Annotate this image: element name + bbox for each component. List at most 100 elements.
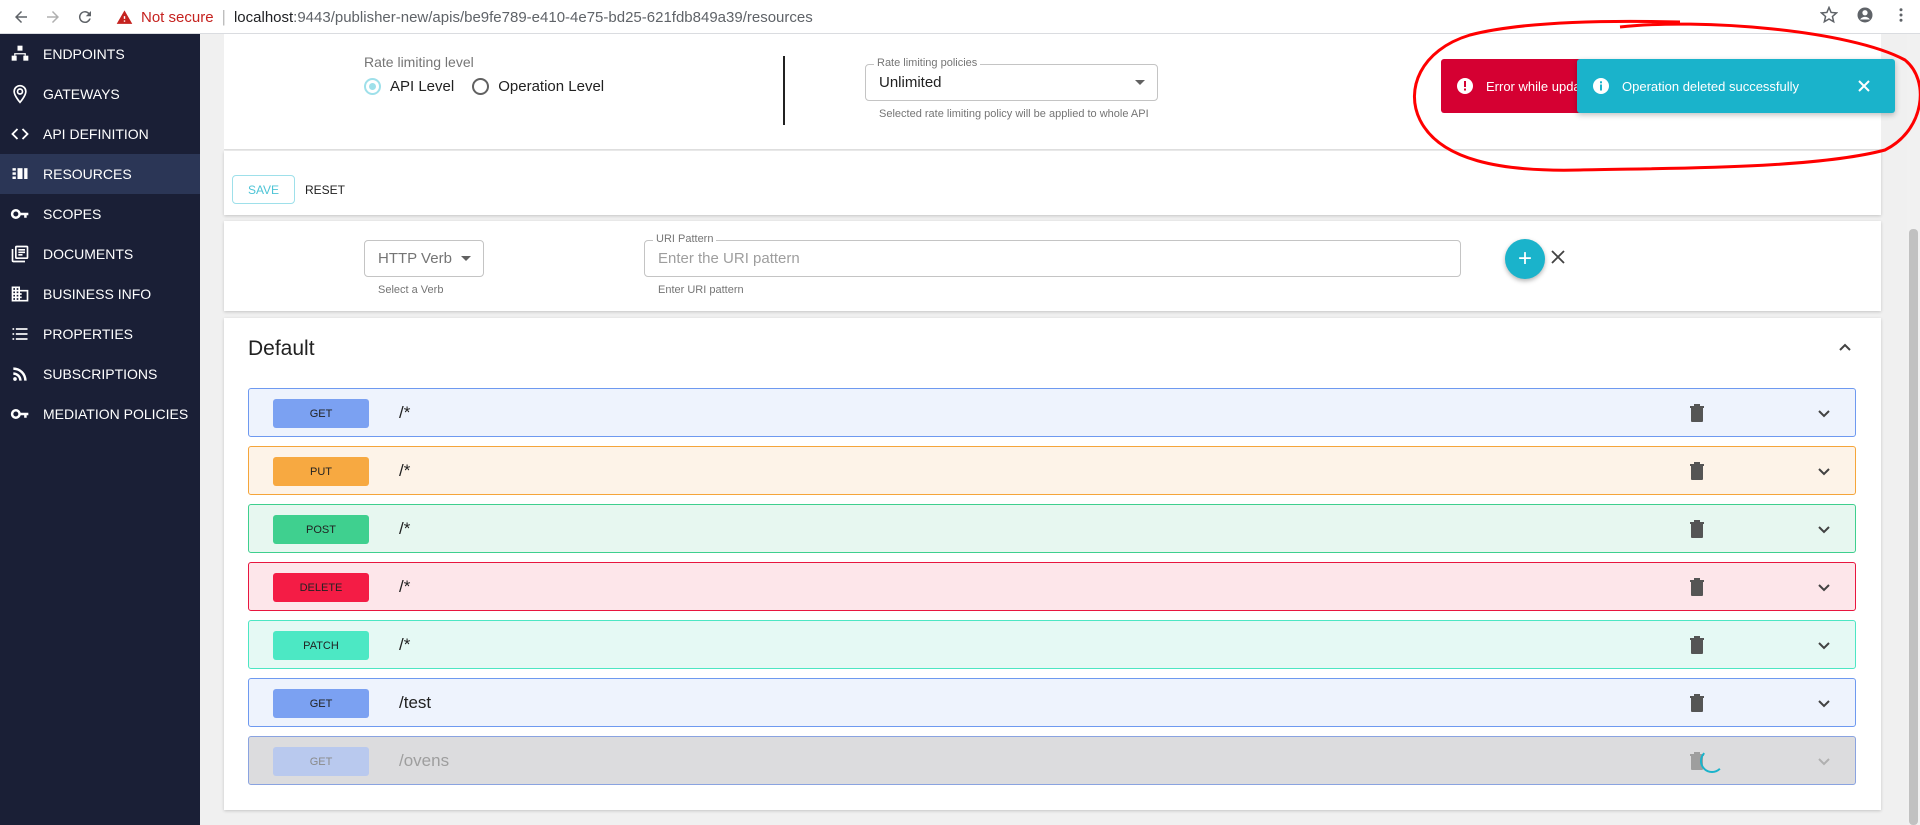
operation-path: /*: [399, 402, 411, 422]
list-icon: [9, 323, 31, 345]
operation-path: /*: [399, 634, 411, 654]
rate-limiting-helper: Selected rate limiting policy will be ap…: [879, 108, 1149, 120]
group-title: Default: [248, 337, 315, 360]
chevron-down-icon[interactable]: [1814, 693, 1834, 713]
operation-row[interactable]: GET/ovens: [248, 736, 1856, 785]
delete-icon[interactable]: [1688, 403, 1706, 423]
operation-row[interactable]: PATCH /*: [248, 620, 1856, 669]
info-toast: Operation deleted successfully: [1577, 59, 1895, 113]
chevron-down-icon[interactable]: [1814, 403, 1834, 423]
chevron-down-icon[interactable]: [1814, 751, 1834, 771]
sidebar-item-label: MEDIATION POLICIES: [43, 406, 189, 422]
operation-level-label: Operation Level: [498, 78, 605, 95]
rate-limiting-policy-value: Unlimited: [879, 74, 942, 91]
info-toast-message: Operation deleted successfully: [1622, 78, 1800, 94]
sidebar-item-label: SUBSCRIPTIONS: [43, 366, 158, 382]
warning-icon: [116, 9, 133, 26]
chevron-down-icon[interactable]: [1814, 577, 1834, 597]
close-icon[interactable]: [1548, 247, 1568, 267]
url-separator: |: [221, 7, 226, 26]
sidebar-item-endpoints[interactable]: ENDPOINTS: [0, 34, 200, 74]
http-verb-badge: GET: [273, 747, 369, 776]
sidebar-item-documents[interactable]: DOCUMENTS: [0, 234, 200, 274]
sidebar-item-properties[interactable]: PROPERTIES: [0, 314, 200, 354]
address-bar[interactable]: Not secure | localhost:9443/publisher-ne…: [116, 0, 813, 34]
key-icon: [9, 203, 31, 225]
sidebar-item-label: API DEFINITION: [43, 126, 149, 142]
sidebar-item-mediation-policies[interactable]: MEDIATION POLICIES: [0, 394, 200, 434]
sidebar-item-api-definition[interactable]: API DEFINITION: [0, 114, 200, 154]
key-icon: [9, 403, 31, 425]
operation-row[interactable]: GET /*: [248, 388, 1856, 437]
http-verb-badge: POST: [273, 515, 369, 544]
http-verb-badge: DELETE: [273, 573, 369, 602]
rss-icon: [9, 363, 31, 385]
forward-icon[interactable]: [41, 5, 65, 29]
sidebar-item-subscriptions[interactable]: SUBSCRIPTIONS: [0, 354, 200, 394]
sidebar-item-label: GATEWAYS: [43, 86, 120, 102]
operation-row[interactable]: GET/test: [248, 678, 1856, 727]
chevron-down-icon[interactable]: [1814, 519, 1834, 539]
close-icon[interactable]: [1855, 77, 1873, 95]
plus-icon: +: [1517, 245, 1532, 272]
sidebar-item-label: DOCUMENTS: [43, 246, 134, 262]
documents-icon: [9, 243, 31, 265]
uri-pattern-label: URI Pattern: [653, 233, 717, 245]
operation-path: /*: [399, 460, 411, 480]
delete-icon[interactable]: [1688, 577, 1706, 597]
http-verb-select[interactable]: HTTP Verb: [364, 240, 484, 277]
browser-toolbar: Not secure | localhost:9443/publisher-ne…: [0, 0, 1920, 34]
http-verb-badge: GET: [273, 689, 369, 718]
resources-icon: [9, 163, 31, 185]
scroll-thumb[interactable]: [1909, 229, 1918, 825]
url-path: :9443/publisher-new/apis/be9fe789-e410-4…: [293, 8, 813, 26]
chevron-down-icon[interactable]: [1814, 635, 1834, 655]
location-pin-icon: [9, 83, 31, 105]
url-host: localhost: [233, 8, 294, 26]
rate-limiting-policy-select[interactable]: Rate limiting policies Unlimited: [865, 57, 1158, 101]
operation-path: /test: [399, 692, 432, 712]
http-verb-badge: PATCH: [273, 631, 369, 660]
error-icon: [1456, 77, 1474, 95]
rate-limiting-title: Rate limiting level: [364, 54, 474, 70]
divider: [783, 56, 785, 125]
endpoints-icon: [9, 43, 31, 65]
reload-icon[interactable]: [73, 5, 97, 29]
uri-pattern-placeholder: Enter the URI pattern: [658, 250, 800, 267]
rate-limiting-radio-group: API Level Operation Level: [364, 78, 622, 95]
more-vert-icon[interactable]: [1892, 6, 1910, 29]
info-icon: [1592, 77, 1610, 95]
operation-row[interactable]: DELETE /*: [248, 562, 1856, 611]
sidebar-item-scopes[interactable]: SCOPES: [0, 194, 200, 234]
operation-row[interactable]: POST /*: [248, 504, 1856, 553]
api-level-label: API Level: [390, 78, 455, 95]
uri-pattern-input[interactable]: URI Pattern Enter the URI pattern: [644, 233, 1461, 277]
sidebar-item-label: PROPERTIES: [43, 326, 133, 342]
sidebar-item-label: ENDPOINTS: [43, 46, 125, 62]
delete-icon[interactable]: [1688, 519, 1706, 539]
back-icon[interactable]: [9, 5, 33, 29]
save-button[interactable]: SAVE: [232, 175, 295, 204]
sidebar-item-label: SCOPES: [43, 206, 102, 222]
uri-pattern-helper: Enter URI pattern: [658, 284, 744, 296]
chevron-down-icon[interactable]: [1814, 461, 1834, 481]
operation-path: /*: [399, 576, 411, 596]
scrollbar[interactable]: [1907, 34, 1920, 825]
sidebar-item-label: BUSINESS INFO: [43, 286, 152, 302]
operation-row[interactable]: PUT /*: [248, 446, 1856, 495]
api-level-radio[interactable]: [364, 78, 381, 95]
delete-icon[interactable]: [1688, 461, 1706, 481]
sidebar-item-resources[interactable]: RESOURCES: [0, 154, 200, 194]
star-icon[interactable]: [1819, 5, 1839, 29]
sidebar-item-business-info[interactable]: BUSINESS INFO: [0, 274, 200, 314]
add-operation-button[interactable]: +: [1505, 239, 1545, 279]
operation-level-radio[interactable]: [472, 78, 490, 95]
sidebar-item-gateways[interactable]: GATEWAYS: [0, 74, 200, 114]
reset-button[interactable]: RESET: [305, 175, 345, 204]
delete-icon[interactable]: [1688, 693, 1706, 713]
chevron-up-icon[interactable]: [1835, 337, 1855, 357]
account-icon[interactable]: [1856, 6, 1874, 29]
http-verb-helper: Select a Verb: [378, 284, 444, 296]
delete-icon[interactable]: [1688, 635, 1706, 655]
not-secure-label: Not secure: [141, 8, 214, 26]
